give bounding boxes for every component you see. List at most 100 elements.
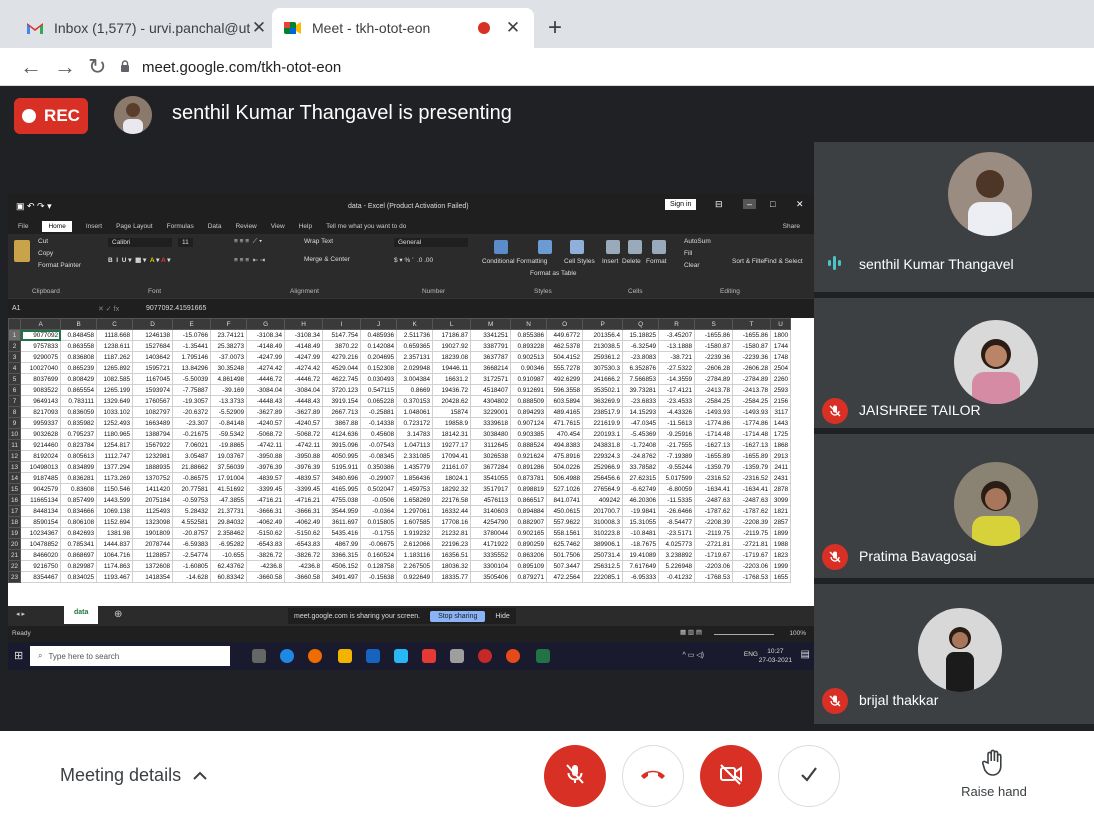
cell[interactable]: -5.50039 [172,373,212,385]
cell[interactable]: 19446.11 [432,362,472,374]
cell[interactable]: 18335.77 [432,571,472,583]
cell[interactable]: 3335552 [470,549,512,561]
cell[interactable]: 1.919232 [396,527,434,539]
column-header[interactable]: O [546,318,584,330]
cell[interactable]: 3541055 [470,472,512,484]
cell[interactable]: 462.5378 [546,340,584,352]
file-explorer-icon[interactable] [338,649,352,663]
cell[interactable]: 0.835982 [60,417,98,429]
ribbon-merge-center[interactable]: Merge & Center [304,256,350,263]
cell[interactable]: 5147.754 [322,329,362,341]
cell[interactable]: -19.9841 [622,505,660,517]
cell[interactable]: 3480.696 [322,472,362,484]
row-header[interactable]: 9 [8,417,22,429]
cell[interactable]: -3950.88 [284,450,324,462]
cell[interactable]: 17.91004 [210,472,248,484]
cell[interactable]: 1418354 [132,571,174,583]
cell[interactable]: -20.6372 [172,406,212,418]
cell[interactable]: -23.307 [172,417,212,429]
cell[interactable]: 7.617649 [622,560,660,572]
cell[interactable]: -1493.93 [732,406,772,418]
cell[interactable]: 0.888509 [510,395,548,407]
cell[interactable]: -5150.62 [284,527,324,539]
edge-icon[interactable] [280,649,294,663]
cell[interactable]: 16631.2 [432,373,472,385]
cell[interactable]: 8466020 [20,549,62,561]
cell[interactable]: -3399.45 [284,483,324,495]
app-icon[interactable] [450,649,464,663]
cell[interactable]: 0.907124 [510,417,548,429]
row-header[interactable]: 18 [8,516,22,528]
close-icon[interactable]: ✕ [250,18,268,38]
ribbon-format[interactable]: Format [646,258,667,265]
cell[interactable]: 27.62315 [622,472,660,484]
cell[interactable]: -0.86575 [172,472,212,484]
cell[interactable]: 1232981 [132,450,174,462]
cell[interactable]: 507.3447 [546,560,584,572]
meeting-details-button[interactable]: Meeting details [60,765,207,786]
cell[interactable]: 19027.92 [432,340,472,352]
excel-tab[interactable]: Insert [86,223,102,230]
bold-italic-underline-icons[interactable]: B I U ▾ ▦ ▾ A ▾ A ▾ [108,256,171,264]
cell[interactable]: 1760567 [132,395,174,407]
cell[interactable]: 0.065228 [360,395,398,407]
cell[interactable]: 1128857 [132,549,174,561]
hide-sharing-button[interactable]: Hide [495,613,509,620]
windows-start-icon[interactable]: ⊞ [14,649,23,662]
cell[interactable]: 3140603 [470,505,512,517]
cell[interactable]: 450.0615 [546,505,584,517]
cell[interactable]: -3660.58 [246,571,286,583]
cell[interactable]: 3229001 [470,406,512,418]
cell[interactable]: 0.659365 [396,340,434,352]
cell[interactable]: -2584.25 [694,395,734,407]
cell[interactable]: 353502.1 [582,384,624,396]
cell[interactable]: -3399.45 [246,483,286,495]
cell[interactable]: 3919.154 [322,395,362,407]
add-sheet-icon[interactable]: ⊕ [114,609,122,620]
cell[interactable]: 0.866517 [510,494,548,506]
cell[interactable]: 0.895109 [510,560,548,572]
cell[interactable]: -14.628 [172,571,212,583]
cell[interactable]: 276564.9 [582,483,624,495]
cell[interactable]: 10478852 [20,538,62,550]
cell[interactable]: -14.3559 [658,373,696,385]
cell[interactable]: 3387791 [470,340,512,352]
language-indicator[interactable]: ENG [744,651,758,658]
cell[interactable]: 0.865239 [60,362,98,374]
column-header[interactable]: Q [622,318,660,330]
zoom-slider[interactable] [714,634,774,635]
cell[interactable]: -20.8757 [172,527,212,539]
column-header[interactable]: B [60,318,98,330]
cell[interactable]: 0.795237 [60,428,98,440]
cell[interactable]: 0.8669 [396,384,434,396]
cell[interactable]: 2.511736 [396,329,434,341]
cell[interactable]: -6.59383 [172,538,212,550]
cell[interactable]: 1150.546 [96,483,134,495]
cell[interactable]: 15.31055 [622,516,660,528]
cell[interactable]: 213038.5 [582,340,624,352]
cell[interactable]: 4165.995 [322,483,362,495]
cell[interactable]: 3870.22 [322,340,362,352]
sheet-nav-icons[interactable]: ◂ ▸ [16,610,25,618]
excel-tab[interactable]: Help [299,223,312,230]
cell[interactable]: 4.552581 [172,516,212,528]
cell[interactable]: -4148.49 [246,340,286,352]
cell[interactable]: 489.4165 [546,406,584,418]
cell[interactable]: 62.43762 [210,560,248,572]
cell[interactable]: 1069.138 [96,505,134,517]
cell[interactable]: 9032628 [20,428,62,440]
font-size-select[interactable]: 11 [178,238,193,247]
cell[interactable]: 389906.1 [582,538,624,550]
cell[interactable]: 1.856436 [396,472,434,484]
cell[interactable]: 21161.07 [432,461,472,473]
excel-sign-in-button[interactable]: Sign in [665,199,697,210]
column-header[interactable]: P [582,318,624,330]
cell[interactable]: -1655.89 [694,450,734,462]
ribbon-autosum[interactable]: AutoSum [684,238,711,245]
ribbon-sort-filter[interactable]: Sort & Filter [732,258,766,265]
cell[interactable]: 20.77581 [172,483,212,495]
column-header[interactable]: L [432,318,472,330]
cell[interactable]: -26.6466 [658,505,696,517]
cell[interactable]: 0.485936 [360,329,398,341]
cell[interactable]: 3.004384 [396,373,434,385]
